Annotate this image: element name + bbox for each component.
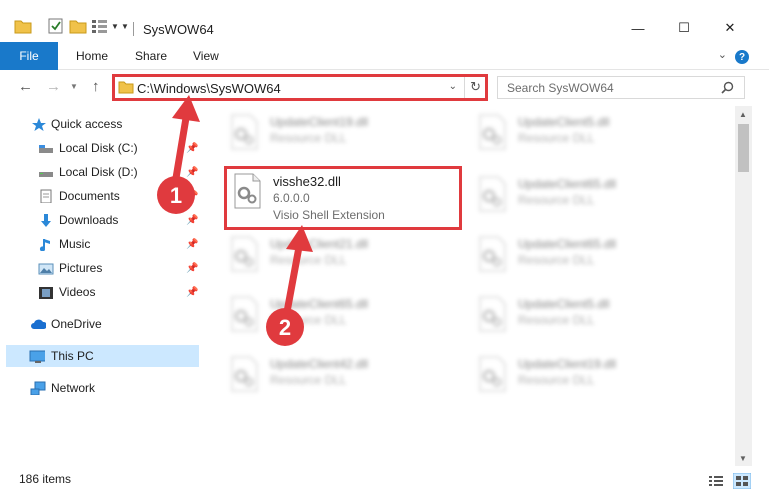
pin-icon[interactable]: 📌 (186, 143, 198, 154)
sidebar-item-downloads[interactable]: Downloads 📌 (0, 209, 200, 231)
sidebar-item-onedrive[interactable]: OneDrive (0, 313, 200, 335)
list-item[interactable]: UpdateClient65.dll Resource DLL (224, 292, 464, 340)
sidebar-item-quick-access[interactable]: Quick access (0, 113, 200, 135)
status-bar: 186 items (0, 466, 769, 498)
tab-file[interactable]: File (0, 42, 58, 70)
list-item[interactable]: UpdateClient19.dll Resource DLL (224, 110, 464, 158)
drive-icon (39, 172, 53, 177)
navigation-pane: Quick access Local Disk (C:) 📌 Local Dis… (0, 110, 205, 465)
pin-icon[interactable]: 📌 (186, 167, 198, 178)
sidebar-item-videos[interactable]: Videos 📌 (0, 281, 200, 303)
pin-icon[interactable]: 📌 (186, 239, 198, 250)
dll-file-icon (479, 236, 506, 272)
dropdown-arrow-icon[interactable]: ▼ (111, 22, 119, 40)
window-title: SysWOW64 (143, 22, 214, 37)
sidebar-item-documents[interactable]: Documents 📌 (0, 185, 200, 207)
onedrive-icon (31, 319, 46, 329)
maximize-icon: ☐ (678, 20, 690, 35)
navigation-bar: ← → ▼ ↑ C:\Windows\SysWOW64 ⌄ ↻ Search S… (0, 70, 769, 106)
maximize-button[interactable]: ☐ (661, 14, 707, 42)
sidebar-item-local-disk-d[interactable]: Local Disk (D:) 📌 (0, 161, 200, 183)
scroll-down-icon[interactable]: ▼ (739, 454, 747, 463)
drive-icon (39, 145, 53, 153)
list-item[interactable]: UpdateClient5.dll Resource DLL (472, 110, 712, 158)
music-icon (39, 239, 50, 251)
file-list: UpdateClient19.dll Resource DLL visshe32… (205, 106, 735, 466)
list-item[interactable]: UpdateClient42.dll Resource DLL (224, 352, 464, 400)
pin-icon[interactable]: 📌 (186, 287, 198, 298)
minimize-icon: — (631, 20, 645, 36)
close-icon: ✕ (724, 20, 736, 35)
address-dropdown-icon[interactable]: ⌄ (449, 81, 457, 92)
sidebar-item-music[interactable]: Music 📌 (0, 233, 200, 255)
new-folder-icon[interactable] (69, 17, 87, 35)
title-bar: ▼ ▼ SysWOW64 — ☐ ✕ (0, 0, 769, 42)
sidebar-item-local-disk-c[interactable]: Local Disk (C:) 📌 (0, 137, 200, 159)
address-divider (464, 77, 465, 98)
pin-icon[interactable]: 📌 (186, 191, 198, 202)
downloads-icon (41, 214, 51, 227)
network-icon (30, 381, 46, 395)
customize-toolbar-icon[interactable] (91, 17, 109, 35)
dll-file-icon (479, 176, 506, 212)
dll-file-icon (231, 356, 258, 392)
scroll-thumb[interactable] (738, 124, 749, 172)
computer-icon (29, 350, 45, 363)
back-arrow-icon[interactable]: ← (18, 78, 33, 95)
scroll-up-icon[interactable]: ▲ (739, 110, 747, 119)
dll-file-icon (231, 296, 258, 332)
tab-home[interactable]: Home (76, 42, 108, 70)
list-item[interactable]: UpdateClient65.dll Resource DLL (472, 232, 712, 280)
pin-icon[interactable]: 📌 (186, 215, 198, 226)
highlight-box (224, 166, 462, 230)
help-button[interactable]: ? (735, 50, 749, 64)
title-separator (133, 22, 134, 36)
close-button[interactable]: ✕ (707, 14, 753, 42)
search-box[interactable]: Search SysWOW64 (497, 76, 745, 99)
dll-file-icon (231, 236, 258, 272)
vertical-scrollbar[interactable]: ▲ ▼ (735, 106, 752, 466)
sidebar-item-this-pc[interactable]: This PC (6, 345, 199, 367)
qa-customize-arrow-icon[interactable]: ▼ (121, 22, 129, 40)
sidebar-item-network[interactable]: Network (0, 377, 200, 399)
up-arrow-icon[interactable]: ↑ (92, 78, 100, 95)
tab-share[interactable]: Share (135, 42, 167, 70)
folder-icon (14, 20, 32, 34)
minimize-button[interactable]: — (615, 14, 661, 42)
star-icon (32, 118, 46, 131)
address-bar[interactable]: C:\Windows\SysWOW64 ⌄ ↻ (112, 74, 488, 101)
list-item[interactable]: UpdateClient19.dll Resource DLL (472, 352, 712, 400)
dll-file-icon (479, 296, 506, 332)
tab-view[interactable]: View (193, 42, 219, 70)
item-count: 186 items (19, 472, 72, 486)
pin-icon[interactable]: 📌 (186, 263, 198, 274)
list-item[interactable]: UpdateClient5.dll Resource DLL (472, 292, 712, 340)
videos-icon (39, 287, 53, 299)
sidebar-item-pictures[interactable]: Pictures 📌 (0, 257, 200, 279)
address-text[interactable]: C:\Windows\SysWOW64 (137, 81, 281, 96)
forward-arrow-icon[interactable]: → (46, 78, 61, 95)
tiles-view-icon[interactable] (733, 473, 751, 489)
pictures-icon (38, 263, 54, 275)
refresh-icon[interactable]: ↻ (470, 79, 481, 95)
ribbon-tabs: File Home Share View ⌄ ? (0, 42, 769, 70)
dll-file-icon (479, 356, 506, 392)
list-item[interactable]: UpdateClient65.dll Resource DLL (472, 172, 712, 220)
documents-icon (40, 189, 52, 203)
address-folder-icon (118, 81, 134, 94)
dll-file-icon (479, 114, 506, 150)
expand-ribbon-icon[interactable]: ⌄ (718, 48, 727, 61)
list-item[interactable]: UpdateClient21.dll Resource DLL (224, 232, 464, 280)
recent-locations-icon[interactable]: ▼ (70, 82, 78, 91)
details-view-icon[interactable] (708, 474, 724, 488)
search-icon[interactable] (721, 81, 734, 94)
properties-icon[interactable] (47, 17, 65, 35)
search-placeholder: Search SysWOW64 (507, 81, 614, 95)
dll-file-icon (231, 114, 258, 150)
